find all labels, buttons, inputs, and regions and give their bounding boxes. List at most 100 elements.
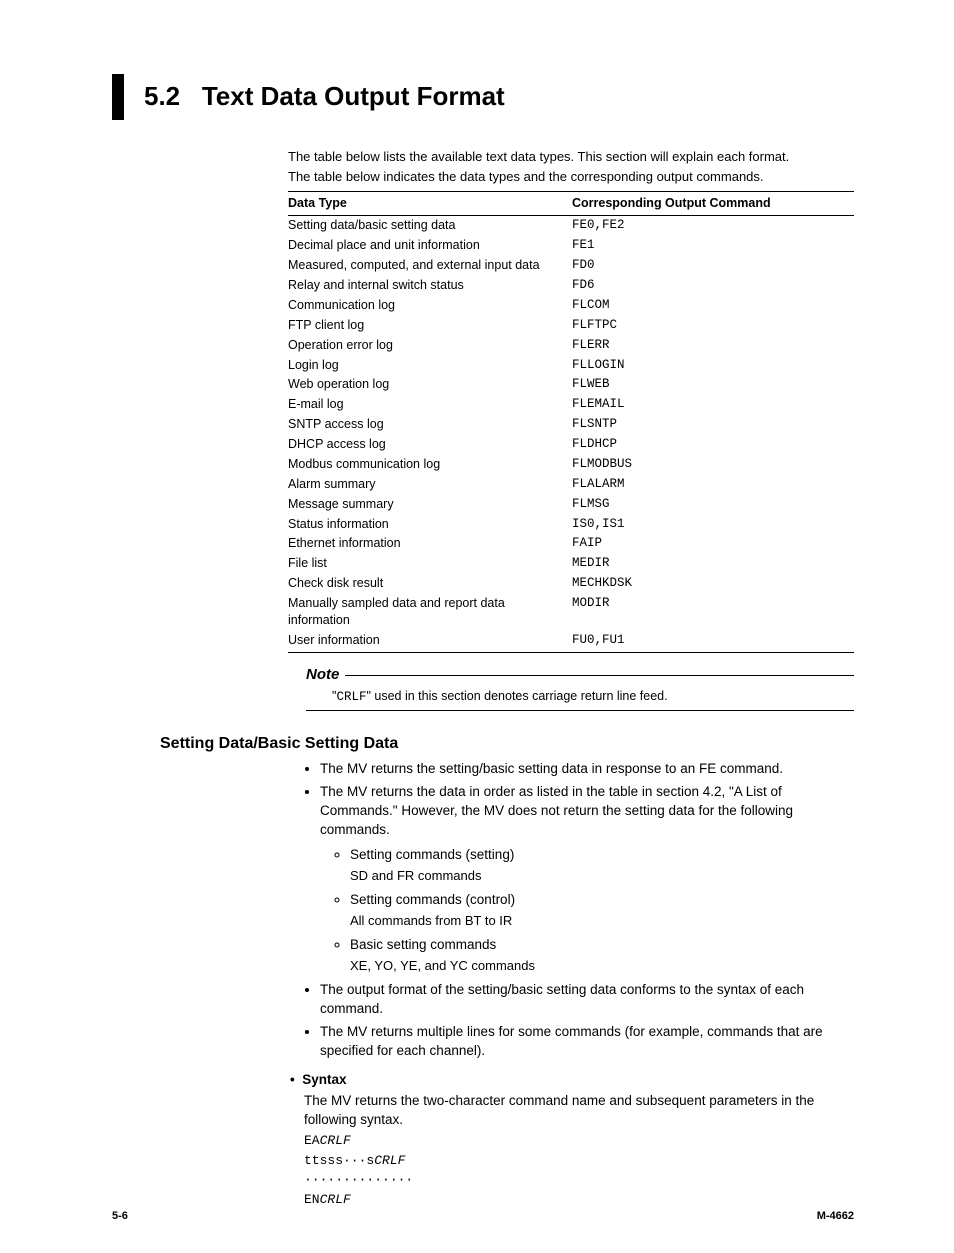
table-row: Communication logFLCOM [288,295,854,315]
cell-data-type: Status information [288,514,572,534]
section-heading: 5.2 Text Data Output Format [112,74,854,120]
syntax-ea: EA [304,1133,320,1148]
note-code: CRLF [336,690,366,704]
cell-output-command: FLWEB [572,375,854,395]
cell-output-command: FLMODBUS [572,454,854,474]
cell-output-command: FD0 [572,256,854,276]
list-item-text: The MV returns the data in order as list… [320,784,793,837]
cell-data-type: Modbus communication log [288,454,572,474]
th-output-command: Corresponding Output Command [572,192,854,216]
table-row: Check disk resultMECHKDSK [288,574,854,594]
cell-data-type: File list [288,554,572,574]
cell-data-type: E-mail log [288,395,572,415]
cell-data-type: FTP client log [288,315,572,335]
data-type-table: Data Type Corresponding Output Command S… [288,191,854,653]
note-block: Note "CRLF" used in this section denotes… [306,665,854,711]
footer-doc-id: M-4662 [817,1209,854,1224]
cell-data-type: Measured, computed, and external input d… [288,256,572,276]
cell-data-type: DHCP access log [288,435,572,455]
list-item: Setting commands (control)All commands f… [350,891,854,930]
note-bottom-rule-icon [306,710,854,711]
table-row: Decimal place and unit informationFE1 [288,236,854,256]
table-row: Modbus communication logFLMODBUS [288,454,854,474]
cell-data-type: Message summary [288,494,572,514]
page-footer: 5-6 M-4662 [112,1209,854,1224]
list-item: The MV returns the setting/basic setting… [320,760,854,779]
sub-item-desc: XE, YO, YE, and YC commands [350,957,854,975]
footer-page-number: 5-6 [112,1209,128,1224]
table-row: Relay and internal switch statusFD6 [288,276,854,296]
sub-item-head: Setting commands (control) [350,891,854,910]
table-row: File listMEDIR [288,554,854,574]
intro-paragraph: The table below lists the available text… [288,148,854,185]
table-row: SNTP access logFLSNTP [288,415,854,435]
cell-output-command: FLDHCP [572,435,854,455]
cell-data-type: Relay and internal switch status [288,276,572,296]
cell-output-command: FLERR [572,335,854,355]
cell-data-type: Communication log [288,295,572,315]
table-row: Setting data/basic setting dataFE0,FE2 [288,215,854,235]
cell-output-command: FAIP [572,534,854,554]
cell-output-command: FLFTPC [572,315,854,335]
syntax-block: • Syntax The MV returns the two-characte… [290,1071,854,1210]
table-row: E-mail logFLEMAIL [288,395,854,415]
table-row: Measured, computed, and external input d… [288,256,854,276]
cell-data-type: User information [288,630,572,652]
note-rule-icon [345,675,854,676]
cell-output-command: MODIR [572,594,854,631]
syntax-intro: The MV returns the two-character command… [304,1092,854,1130]
sub-item-head: Setting commands (setting) [350,846,854,865]
table-row: Operation error logFLERR [288,335,854,355]
list-item: • Syntax The MV returns the two-characte… [290,1071,854,1210]
cell-output-command: FLMSG [572,494,854,514]
intro-line-2: The table below indicates the data types… [288,168,854,186]
cell-output-command: FLSNTP [572,415,854,435]
heading-title: Text Data Output Format [202,81,505,111]
note-label: Note [306,665,339,685]
list-item: Setting commands (setting) SD and FR comm… [350,846,854,885]
list-item: Basic setting commands XE, YO, YE, and YC… [350,936,854,975]
syntax-crlf: CRLF [320,1133,351,1148]
cell-data-type: Check disk result [288,574,572,594]
syntax-en: EN [304,1192,320,1207]
intro-line-1: The table below lists the available text… [288,148,854,166]
cell-output-command: FLEMAIL [572,395,854,415]
list-item: The output format of the setting/basic s… [320,981,854,1019]
cell-output-command: FE0,FE2 [572,215,854,235]
cell-data-type: Decimal place and unit information [288,236,572,256]
table-row: User informationFU0,FU1 [288,630,854,652]
syntax-lines: EACRLF ttsss···sCRLF ·············· ENCR… [304,1131,854,1209]
heading-bar-icon [112,74,124,120]
table-row: Web operation logFLWEB [288,375,854,395]
heading-text: 5.2 Text Data Output Format [144,79,505,114]
note-rest: used in this section denotes carriage re… [371,689,668,703]
syntax-crlf: CRLF [374,1153,405,1168]
note-body: "CRLF" used in this section denotes carr… [332,688,854,706]
table-row: FTP client logFLFTPC [288,315,854,335]
cell-output-command: IS0,IS1 [572,514,854,534]
table-row: Alarm summaryFLALARM [288,474,854,494]
table-header-row: Data Type Corresponding Output Command [288,192,854,216]
list-item: The MV returns multiple lines for some c… [320,1023,854,1061]
cell-data-type: Alarm summary [288,474,572,494]
heading-number: 5.2 [144,81,180,111]
cell-data-type: Web operation log [288,375,572,395]
cell-data-type: Login log [288,355,572,375]
table-row: DHCP access logFLDHCP [288,435,854,455]
cell-data-type: Operation error log [288,335,572,355]
th-data-type: Data Type [288,192,572,216]
bullet-list: The MV returns the setting/basic setting… [290,760,854,1060]
sub-item-desc: SD and FR commands [350,867,854,885]
sub-item-head: Basic setting commands [350,936,854,955]
syntax-dots: ·············· [304,1170,854,1190]
cell-output-command: FLLOGIN [572,355,854,375]
cell-output-command: MECHKDSK [572,574,854,594]
cell-output-command: FU0,FU1 [572,630,854,652]
cell-output-command: FD6 [572,276,854,296]
table-row: Ethernet informationFAIP [288,534,854,554]
table-row: Message summaryFLMSG [288,494,854,514]
cell-output-command: FLCOM [572,295,854,315]
cell-data-type: Manually sampled data and report data in… [288,594,572,631]
syntax-tts: ttsss···s [304,1153,374,1168]
cell-output-command: FE1 [572,236,854,256]
